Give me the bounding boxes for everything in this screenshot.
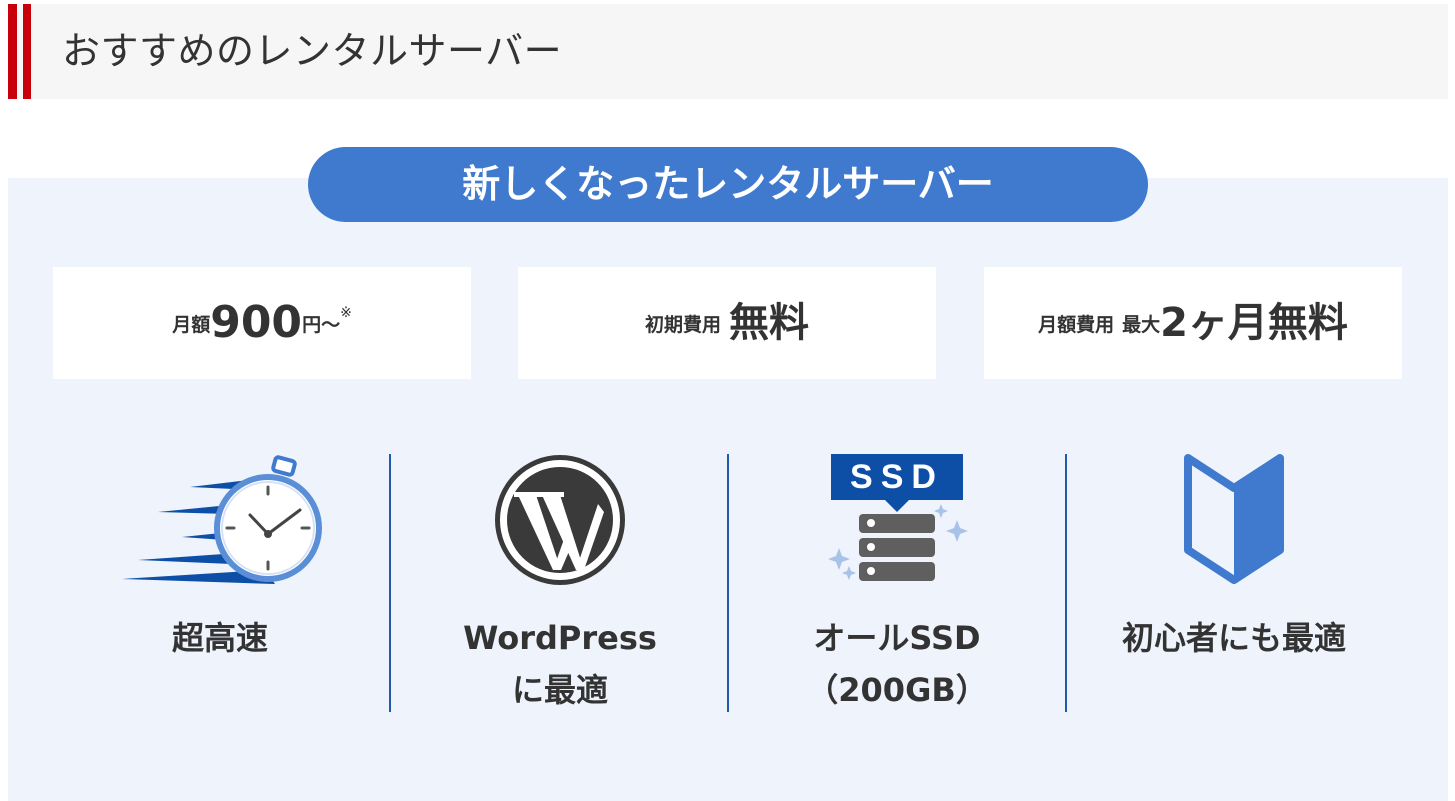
feature-label: オールSSD （200GB）	[747, 612, 1047, 716]
card-value: 無料	[729, 300, 809, 346]
feature-label-line2: に最適	[511, 671, 608, 709]
feature-beginner: 初心者にも最適	[1084, 440, 1384, 664]
beginner-mark-icon	[1184, 454, 1284, 584]
feature-label-line1: WordPress	[463, 619, 657, 657]
feature-wordpress: WordPress に最適	[410, 440, 710, 716]
feature-label: 超高速	[171, 619, 268, 657]
ssd-server-icon: SSD	[828, 454, 968, 581]
card-prefix: 初期費用	[644, 313, 721, 336]
banner-title: 新しくなったレンタルサーバー	[308, 147, 1148, 222]
card-note: ※	[340, 305, 352, 321]
section-header: おすすめのレンタルサーバー	[8, 4, 1448, 99]
price-card-monthly: 月額 900 円～ ※	[53, 267, 471, 379]
ssd-badge: SSD	[850, 458, 944, 496]
feature-label: WordPress に最適	[410, 612, 710, 716]
feature-speed: 超高速	[70, 440, 370, 664]
price-card-initial-fee: 初期費用 無料	[518, 267, 936, 379]
section-title: おすすめのレンタルサーバー	[62, 29, 563, 73]
price-card-free-months: 月額費用 最大 2ヶ月無料	[984, 267, 1402, 379]
header-accent-bar	[8, 4, 17, 99]
stopwatch-speed-icon	[122, 455, 322, 584]
feature-label-line1: オールSSD	[813, 619, 981, 657]
feature-divider	[727, 454, 729, 712]
card-value: 900	[210, 297, 303, 348]
feature-label: 初心者にも最適	[1121, 619, 1346, 657]
card-middle: 最大	[1122, 313, 1161, 336]
card-value: 2ヶ月無料	[1160, 300, 1348, 346]
wordpress-logo-icon	[495, 455, 625, 585]
feature-divider	[389, 454, 391, 712]
feature-ssd: SSD オールSSD （200GB）	[747, 440, 1047, 716]
feature-divider	[1065, 454, 1067, 712]
feature-label-line2: （200GB）	[806, 671, 988, 709]
card-prefix: 月額費用	[1038, 313, 1115, 336]
card-prefix: 月額	[172, 313, 211, 336]
card-suffix: 円～	[302, 313, 341, 336]
header-accent-bar	[23, 4, 31, 99]
